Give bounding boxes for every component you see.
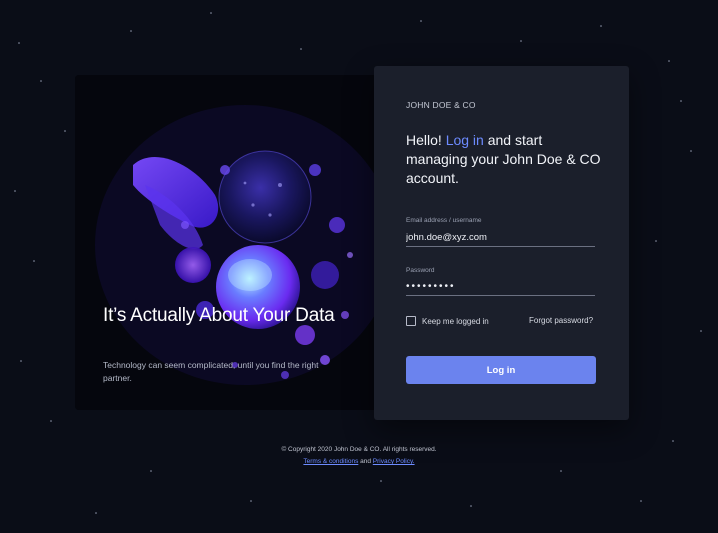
headline-login-link[interactable]: Log in: [446, 132, 484, 148]
email-field[interactable]: [406, 228, 595, 247]
password-field[interactable]: [406, 277, 595, 296]
privacy-policy-link[interactable]: Privacy Policy.: [373, 458, 415, 465]
hero-title: It’s Actually About Your Data: [103, 305, 335, 326]
forgot-password-link[interactable]: Forgot password?: [529, 316, 593, 325]
password-label: Password: [406, 267, 435, 274]
remember-me-row[interactable]: Keep me logged in: [406, 316, 489, 326]
footer-links: Terms & conditions and Privacy Policy.: [0, 458, 718, 465]
terms-link[interactable]: Terms & conditions: [303, 458, 358, 465]
email-label: Email address / username: [406, 217, 482, 224]
login-button[interactable]: Log in: [406, 356, 596, 384]
footer-copyright: © Copyright 2020 John Doe & CO. All righ…: [281, 446, 437, 453]
hero-panel: It’s Actually About Your Data Technology…: [75, 75, 374, 410]
brand-name: JOHN DOE & CO: [406, 100, 476, 110]
hero-subtitle: Technology can seem complicated, until y…: [103, 360, 319, 383]
remember-me-checkbox[interactable]: [406, 316, 416, 326]
footer-and-text: and: [358, 458, 373, 465]
login-card: JOHN DOE & CO Hello! Log in and start ma…: [374, 66, 629, 420]
headline-prefix: Hello!: [406, 132, 446, 148]
remember-me-label[interactable]: Keep me logged in: [422, 317, 489, 326]
login-headline: Hello! Log in and start managing your Jo…: [406, 131, 606, 188]
